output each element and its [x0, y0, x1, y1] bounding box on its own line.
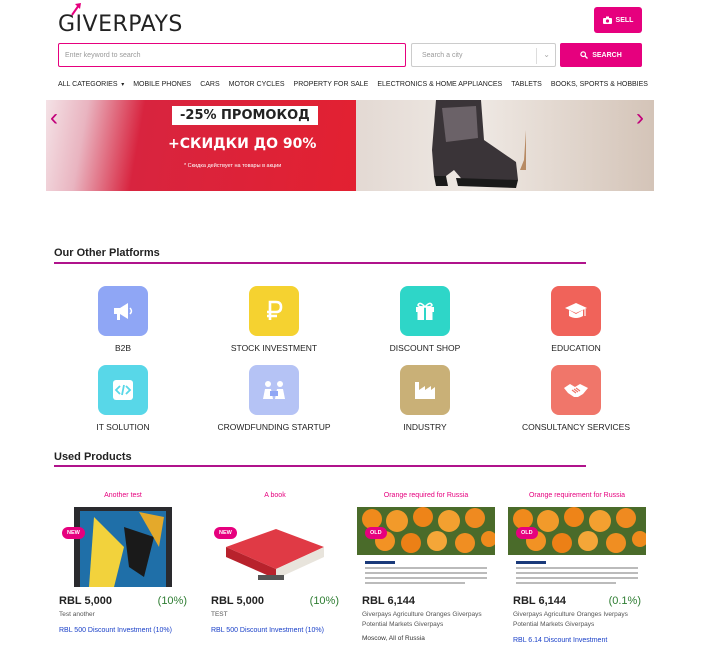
select-divider: [536, 48, 537, 64]
platform-label: INDUSTRY: [403, 422, 447, 432]
search-button-label: SEARCH: [592, 51, 622, 59]
platform-stock-investment[interactable]: STOCK INVESTMENT: [214, 286, 334, 353]
oranges-image: [508, 507, 646, 587]
platforms-title: Our Other Platforms: [54, 247, 160, 259]
product-badge: NEW: [214, 527, 237, 539]
megaphone-icon: [98, 286, 148, 336]
category-property[interactable]: PROPERTY FOR SALE: [294, 81, 369, 88]
camera-icon: [602, 16, 612, 24]
category-electronics[interactable]: ELECTRONICS & HOME APPLIANCES: [377, 81, 502, 88]
category-mobile-phones[interactable]: MOBILE PHONES: [133, 81, 191, 88]
platform-education[interactable]: EDUCATION: [516, 286, 636, 353]
product-description: Giverpays Agriculture Oranges Iverpays P…: [513, 611, 628, 628]
search-button[interactable]: SEARCH: [560, 43, 642, 67]
platform-it-solution[interactable]: IT SOLUTION: [63, 365, 183, 432]
platform-crowdfunding[interactable]: CROWDFUNDING STARTUP: [214, 365, 334, 432]
category-nav: ALL CATEGORIES ▾ MOBILE PHONES CARS MOTO…: [58, 81, 648, 88]
platform-label: CONSULTANCY SERVICES: [521, 422, 630, 432]
product-title[interactable]: Orange required for Russia: [357, 492, 495, 504]
product-image[interactable]: NEW: [54, 507, 192, 587]
price-row: RBL 5,000 (10%): [54, 595, 192, 607]
product-title[interactable]: Another test: [54, 492, 192, 504]
code-icon: [98, 365, 148, 415]
category-all[interactable]: ALL CATEGORIES ▾: [58, 81, 124, 88]
product-location: Moscow, All of Russia: [362, 635, 425, 642]
promo-banner[interactable]: -25% ПРОМОКОД +СКИДКИ ДО 90% * Скидка де…: [46, 100, 654, 191]
product-price: RBL 5,000: [59, 595, 112, 607]
platform-label: CROWDFUNDING STARTUP: [217, 422, 331, 432]
product-badge: NEW: [62, 527, 85, 539]
platform-discount-shop[interactable]: DISCOUNT SHOP: [365, 286, 485, 353]
banner-discount-text: +СКИДКИ ДО 90%: [168, 136, 317, 152]
platform-consultancy[interactable]: CONSULTANCY SERVICES: [516, 365, 636, 432]
product-card[interactable]: A book NEW RBL 5,000 (10%) TEST RBL 500 …: [206, 492, 344, 636]
search-icon: [580, 51, 589, 59]
category-books-sports[interactable]: BOOKS, SPORTS & HOBBIES: [551, 81, 648, 88]
product-investment-link[interactable]: RBL 500 Discount Investment (10%): [206, 625, 344, 636]
platform-label: IT SOLUTION: [96, 422, 150, 432]
platform-label: DISCOUNT SHOP: [389, 343, 461, 353]
product-discount: (0.1%): [608, 595, 641, 607]
boot-image: [432, 100, 526, 188]
banner-promo-code: -25% ПРОМОКОД: [172, 106, 318, 125]
category-tablets[interactable]: TABLETS: [511, 81, 542, 88]
product-price: RBL 6,144: [513, 595, 566, 607]
platform-label: B2B: [114, 343, 132, 353]
products-divider: [54, 465, 586, 467]
product-badge: OLD: [516, 527, 538, 539]
oranges-image: [357, 507, 495, 587]
people-icon: [249, 365, 299, 415]
chevron-left-icon[interactable]: ‹: [50, 104, 58, 132]
product-price: RBL 6,144: [362, 595, 415, 607]
graduation-cap-icon: [551, 286, 601, 336]
platform-industry[interactable]: INDUSTRY: [365, 365, 485, 432]
city-placeholder: Search a city: [422, 51, 463, 59]
product-title[interactable]: Orange requirement for Russia: [508, 492, 646, 504]
price-row: RBL 6,144: [357, 595, 495, 607]
products-title: Used Products: [54, 451, 132, 463]
book-image: [206, 507, 344, 587]
sell-button[interactable]: SELL: [594, 7, 642, 33]
product-description: Test another: [59, 611, 95, 618]
tablet-image: [54, 507, 192, 587]
caret-down-icon: ▾: [119, 82, 125, 88]
gift-icon: [400, 286, 450, 336]
product-card[interactable]: Orange required for Russia OLD RBL 6,144…: [357, 492, 495, 644]
platform-b2b[interactable]: B2B: [63, 286, 183, 353]
search-placeholder: Enter keyword to search: [65, 51, 141, 59]
product-description: Giverpays Agriculture Oranges Giverpays …: [362, 611, 482, 628]
category-label: ALL CATEGORIES: [58, 81, 118, 88]
product-discount: (10%): [309, 595, 339, 607]
product-card[interactable]: Another test NEW RBL 5,000 (10%) Test an…: [54, 492, 192, 636]
banner-footnote: * Скидка действует на товары в акции: [184, 163, 282, 169]
chevron-down-icon: ⌄: [543, 50, 550, 59]
product-description: TEST: [211, 611, 228, 618]
product-investment-link[interactable]: RBL 6.14 Discount Investment: [508, 635, 646, 646]
platform-label: EDUCATION: [551, 343, 601, 353]
site-header: GIVERPAYS SELL Enter keyword to search S…: [0, 0, 710, 100]
category-motor-cycles[interactable]: MOTOR CYCLES: [229, 81, 285, 88]
platform-label: STOCK INVESTMENT: [230, 343, 318, 353]
price-row: RBL 6,144 (0.1%): [508, 595, 646, 607]
product-image[interactable]: NEW: [206, 507, 344, 587]
chevron-right-icon[interactable]: ›: [636, 104, 644, 132]
category-cars[interactable]: CARS: [200, 81, 219, 88]
factory-icon: [400, 365, 450, 415]
ruble-icon: [249, 286, 299, 336]
product-discount: (10%): [157, 595, 187, 607]
price-row: RBL 5,000 (10%): [206, 595, 344, 607]
product-card[interactable]: Orange requirement for Russia OLD RBL 6,…: [508, 492, 646, 646]
product-badge: OLD: [365, 527, 387, 539]
city-select[interactable]: Search a city ⌄: [411, 43, 556, 67]
product-image[interactable]: OLD: [357, 507, 495, 587]
handshake-icon: [551, 365, 601, 415]
product-title[interactable]: A book: [206, 492, 344, 504]
search-input[interactable]: Enter keyword to search: [58, 43, 406, 67]
site-logo[interactable]: GIVERPAYS: [58, 12, 183, 37]
product-price: RBL 5,000: [211, 595, 264, 607]
platforms-divider: [54, 262, 586, 264]
sell-button-label: SELL: [615, 16, 634, 24]
product-investment-link[interactable]: RBL 500 Discount Investment (10%): [54, 625, 192, 636]
product-image[interactable]: OLD: [508, 507, 646, 587]
